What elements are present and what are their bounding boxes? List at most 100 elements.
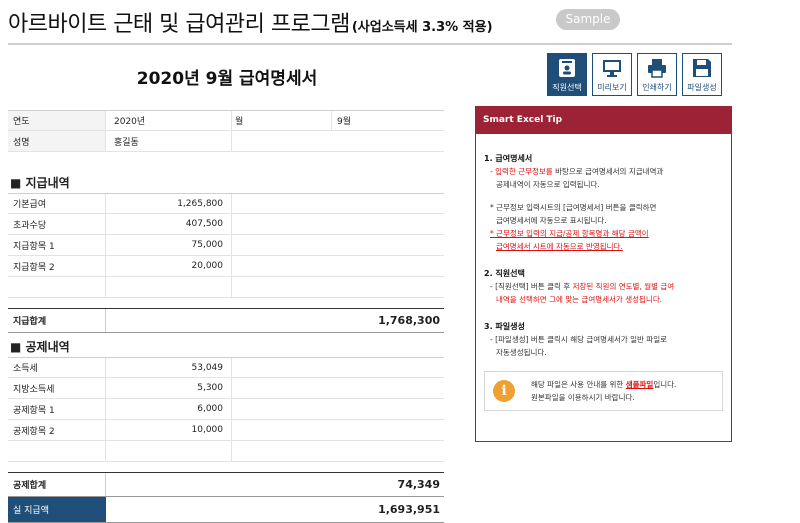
payments-section-title: ■ 지급내역: [10, 175, 70, 190]
toolbar: 직원선택 미리보기 인쇄하기 파일생성: [547, 53, 722, 96]
empty-cell: [332, 214, 444, 234]
tip-text: - 입력한 근무정보를 바탕으로 급여명세서의 지급내역과: [484, 165, 723, 178]
tip-highlight: - 입력한 근무정보를: [490, 167, 553, 176]
tip-text: 급여명세서에 자동으로 표시됩니다.: [496, 216, 607, 225]
empty-cell: [332, 441, 444, 461]
app-title: 아르바이트 근태 및 급여관리 프로그램: [8, 12, 350, 37]
empty-cell: [232, 235, 332, 255]
tip-body: 1. 급여명세서 - 입력한 근무정보를 바탕으로 급여명세서의 지급내역과 공…: [476, 134, 731, 411]
empty-cell: [232, 441, 332, 461]
empty-cell: [232, 420, 332, 440]
select-employee-button[interactable]: 직원선택: [547, 53, 587, 96]
notice-line: 해당 파일은 사용 안내를 위한 샘플파일입니다.: [531, 378, 676, 391]
payment-item-label: 지급항목 2: [8, 256, 106, 276]
smart-excel-tip-panel: Smart Excel Tip 1. 급여명세서 - 입력한 근무정보를 바탕으…: [475, 106, 732, 442]
tip-text: * 근무정보 입력시트의 [급여명세서] 버튼을 클릭하면: [490, 203, 657, 212]
tip-text: 자동생성됩니다.: [496, 348, 547, 357]
tip-text: - [직원선택] 버튼 클릭 후: [490, 282, 573, 291]
empty-cell: [332, 235, 444, 255]
net-pay-row: 실 지급액 1,693,951: [8, 497, 444, 523]
payments-total-row: 지급합계 1,768,300: [8, 308, 444, 333]
deductions-total-row: 공제합계 74,349: [8, 472, 444, 497]
monitor-icon: [601, 57, 623, 79]
deductions-total-value: 74,349: [397, 478, 440, 491]
empty-cell: [232, 378, 332, 398]
month-label: 월: [232, 111, 332, 130]
deduction-item-label: 소득세: [8, 358, 106, 377]
deductions-total-label: 공제합계: [8, 473, 106, 496]
sample-badge: Sample: [556, 9, 620, 30]
tip-highlight: * 근무정보 입력의 지급/공제 항목명과 해당 금액이: [490, 229, 649, 238]
year-label: 연도: [8, 111, 106, 130]
tip-title: Smart Excel Tip: [476, 107, 731, 134]
empty-cell: [332, 358, 444, 377]
deduction-item-value[interactable]: 53,049: [106, 358, 232, 377]
notice-text: 해당 파일은 사용 안내를 위한 샘플파일입니다. 원본파일을 이용하시기 바랍…: [531, 378, 676, 404]
info-row-name: 성명 홍길동: [8, 131, 444, 152]
notice-text: 입니다.: [653, 380, 677, 389]
payment-item-label: [8, 277, 106, 297]
empty-cell: [332, 131, 444, 151]
app-subtitle: (사업소득세 3.3% 적용): [351, 20, 493, 35]
tip-highlight: 급여명세서 시트에 자동으로 반영됩니다.: [496, 242, 623, 251]
name-value[interactable]: 홍길동: [106, 131, 232, 151]
deduction-item-value[interactable]: 10,000: [106, 420, 232, 440]
payment-item-value[interactable]: 407,500: [106, 214, 232, 234]
tip-highlight: 저장된 직원의 연도별, 월별 급여: [572, 282, 675, 291]
table-row: 기본급여 1,265,800: [8, 193, 444, 214]
deduction-item-label: 지방소득세: [8, 378, 106, 398]
deductions-section-title: ■ 공제내역: [10, 339, 70, 354]
sample-file-link[interactable]: 샘플파일: [626, 380, 654, 389]
payment-item-value[interactable]: 1,265,800: [106, 194, 232, 213]
table-row: 지급항목 1 75,000: [8, 235, 444, 256]
empty-cell: [232, 277, 332, 297]
payments-table: ■ 지급내역 기본급여 1,265,800 초과수당 407,500 지급항목 …: [8, 171, 444, 333]
payment-item-value[interactable]: 20,000: [106, 256, 232, 276]
tip-section-heading: 3. 파일생성: [484, 322, 525, 331]
table-row: 지방소득세 5,300: [8, 378, 444, 399]
net-pay-label: 실 지급액: [8, 497, 106, 522]
empty-cell: [232, 256, 332, 276]
empty-cell: [232, 194, 332, 213]
notice-text: 해당 파일은 사용 안내를 위한: [531, 380, 626, 389]
empty-cell: [332, 378, 444, 398]
empty-cell: [232, 214, 332, 234]
create-file-label: 파일생성: [687, 83, 717, 92]
info-row-year-month: 연도 2020년 월 9월: [8, 110, 444, 131]
payments-total-label: 지급합계: [8, 309, 106, 332]
notice-line: 원본파일을 이용하시기 바랍니다.: [531, 393, 635, 402]
empty-cell: [232, 358, 332, 377]
preview-button[interactable]: 미리보기: [592, 53, 632, 96]
deduction-item-value[interactable]: [106, 441, 232, 461]
info-table: 연도 2020년 월 9월 성명 홍길동: [8, 110, 444, 152]
create-file-button[interactable]: 파일생성: [682, 53, 722, 96]
empty-cell: [332, 277, 444, 297]
info-icon: i: [493, 380, 515, 402]
floppy-disk-icon: [691, 57, 713, 79]
tip-highlight: 내역을 선택하면 그에 맞는 급여명세서가 생성됩니다.: [496, 295, 663, 304]
print-button[interactable]: 인쇄하기: [637, 53, 677, 96]
payment-item-label: 초과수당: [8, 214, 106, 234]
net-pay-value: 1,693,951: [378, 503, 440, 516]
empty-cell: [232, 399, 332, 419]
payment-item-label: 지급항목 1: [8, 235, 106, 255]
deduction-item-value[interactable]: 5,300: [106, 378, 232, 398]
select-employee-label: 직원선택: [552, 83, 582, 92]
deduction-item-label: 공제항목 1: [8, 399, 106, 419]
table-row: 공제항목 2 10,000: [8, 420, 444, 441]
month-value[interactable]: 9월: [332, 111, 444, 130]
payment-item-value[interactable]: 75,000: [106, 235, 232, 255]
tip-section-heading: 2. 직원선택: [484, 269, 525, 278]
table-row: [8, 277, 444, 298]
table-row: 공제항목 1 6,000: [8, 399, 444, 420]
payment-item-value[interactable]: [106, 277, 232, 297]
year-value[interactable]: 2020년: [106, 111, 232, 130]
empty-cell: [232, 131, 332, 151]
deduction-item-label: [8, 441, 106, 461]
empty-cell: [332, 420, 444, 440]
deductions-table: ■ 공제내역 소득세 53,049 지방소득세 5,300 공제항목 1 6,0…: [8, 335, 444, 523]
table-row: 초과수당 407,500: [8, 214, 444, 235]
deduction-item-value[interactable]: 6,000: [106, 399, 232, 419]
